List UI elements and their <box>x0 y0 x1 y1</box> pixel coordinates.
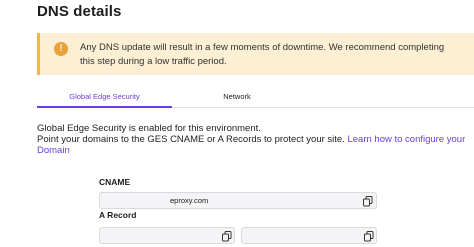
configure-domain-link[interactable]: Learn how to configure your <box>347 134 465 145</box>
ges-instruction-text: Point your domains to the GES CNAME or A… <box>37 134 345 145</box>
alert-message: Any DNS update will result in a few mome… <box>80 41 444 69</box>
cname-value: eproxy.com <box>170 196 209 205</box>
cname-field[interactable]: eproxy.com <box>99 192 377 209</box>
copy-icon[interactable] <box>222 231 232 242</box>
page-title: DNS details <box>37 3 122 20</box>
alert-line-1: Any DNS update will result in a few mome… <box>80 42 445 53</box>
alert-line-2: this step during a low traffic period. <box>80 56 227 67</box>
copy-icon[interactable] <box>363 196 373 207</box>
ges-instruction-line: Point your domains to the GES CNAME or A… <box>37 134 474 145</box>
ges-info-text: Global Edge Security is enabled for this… <box>37 123 474 156</box>
ges-instruction-line-2: Domain <box>37 145 474 156</box>
tab-global-edge-security[interactable]: Global Edge Security <box>37 88 172 108</box>
a-record-field-1[interactable] <box>99 227 235 244</box>
a-record-field-2[interactable] <box>241 227 377 244</box>
dns-tabs: Global Edge Security Network <box>37 88 474 108</box>
ges-enabled-text: Global Edge Security is enabled for this… <box>37 123 261 134</box>
a-record-label: A Record <box>99 210 137 220</box>
copy-icon[interactable] <box>364 231 374 242</box>
cname-label: CNAME <box>99 177 131 187</box>
configure-domain-link-continued[interactable]: Domain <box>37 145 70 156</box>
tab-network[interactable]: Network <box>192 88 282 108</box>
downtime-warning-alert: ! Any DNS update will result in a few mo… <box>37 33 474 75</box>
warning-icon: ! <box>54 42 68 56</box>
